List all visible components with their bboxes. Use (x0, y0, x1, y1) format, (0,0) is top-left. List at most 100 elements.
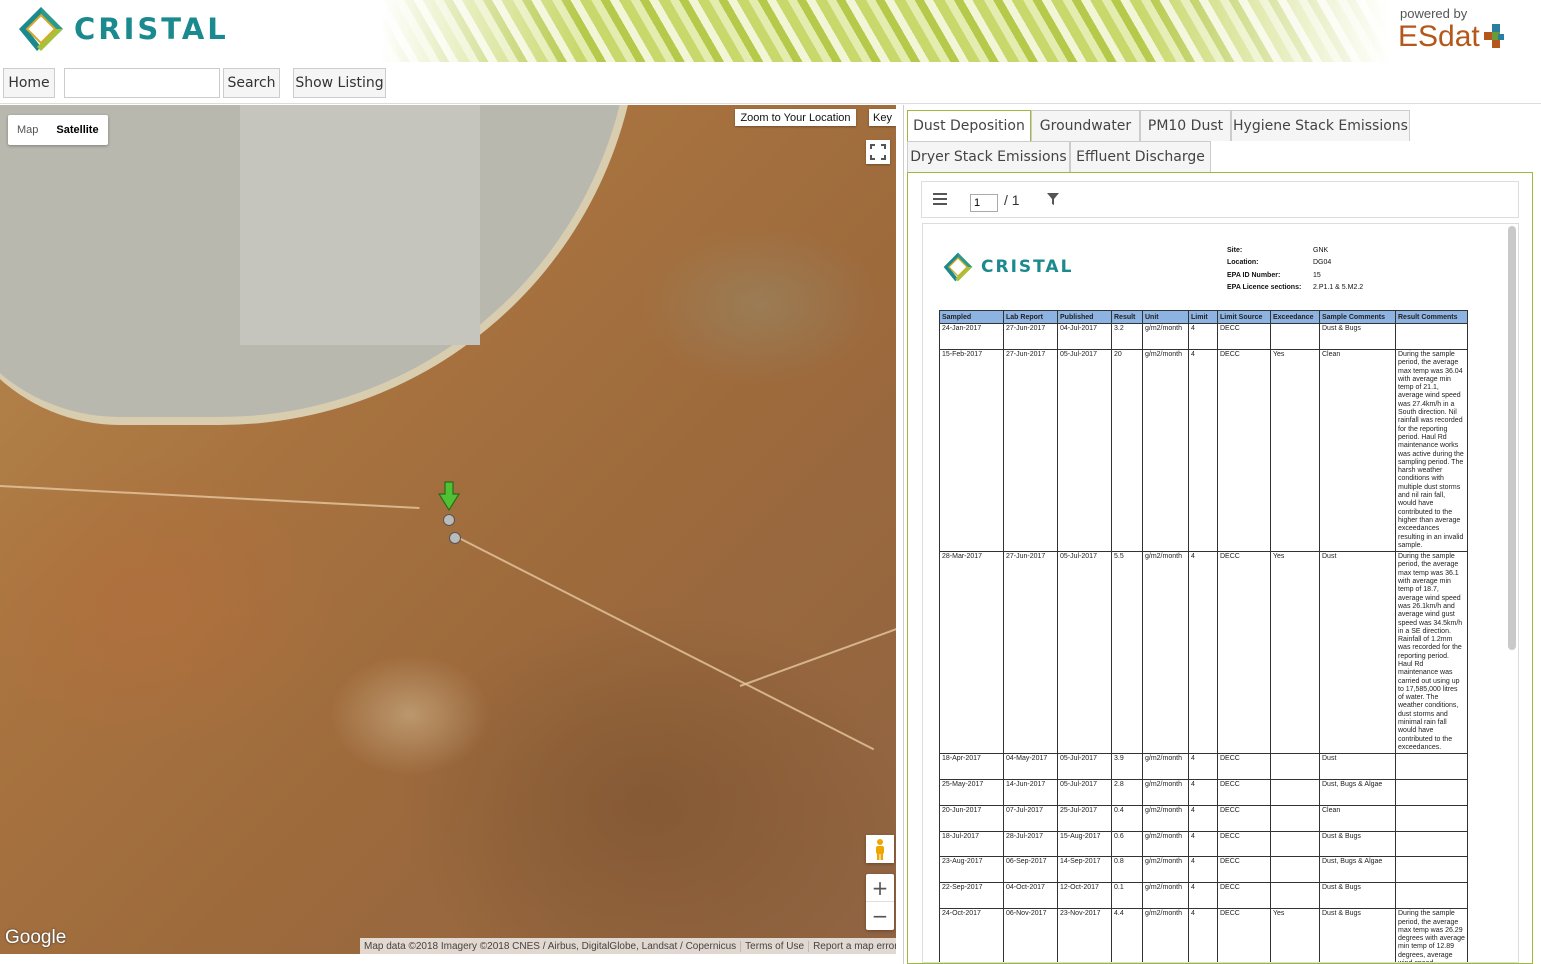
map-field-area (240, 105, 480, 345)
location-marker-icon[interactable] (437, 480, 461, 516)
pdf-scrollbar[interactable] (1508, 226, 1516, 650)
table-cell: 27-Jun-2017 (1003, 551, 1058, 755)
cristal-logo[interactable]: CRISTAL (18, 6, 229, 52)
terms-of-use-link[interactable]: Terms of Use (740, 940, 808, 952)
table-row: 18-Apr-2017 04-May-2017 05-Jul-2017 3.9 g/m2… (939, 753, 1468, 781)
esdat-logo-text: ESdat (1398, 20, 1480, 53)
pdf-viewer[interactable]: CRISTAL Site: GNK Location: DG04 EPA ID Nu… (922, 223, 1519, 963)
table-cell: g/m2/month (1142, 805, 1189, 833)
table-cell: 27-Jun-2017 (1003, 348, 1058, 553)
table-cell: 28-Mar-2017 (939, 551, 1004, 755)
table-cell: 04-Jul-2017 (1057, 323, 1112, 350)
google-logo: Google (5, 927, 67, 948)
table-cell (1270, 779, 1320, 807)
table-row: 28-Mar-2017 27-Jun-2017 05-Jul-2017 5.5 g/m2… (939, 551, 1468, 755)
menu-icon[interactable] (932, 192, 948, 206)
column-header: Limit (1188, 310, 1218, 324)
table-cell: Dust, Bugs & Algae (1319, 779, 1396, 807)
table-cell: DECC (1217, 753, 1271, 781)
site-info-value: 15 (1313, 271, 1321, 279)
table-cell: Dust & Bugs (1319, 908, 1396, 962)
map-type-control: Map Satellite (8, 115, 108, 145)
table-cell: 24-Jan-2017 (939, 323, 1004, 350)
site-info-value: 2.P1.1 & 5.M2.2 (1313, 284, 1364, 292)
zoom-in-button[interactable]: + (866, 874, 894, 902)
table-row: 24-Jan-2017 27-Jun-2017 04-Jul-2017 3.2 g/m2… (939, 323, 1468, 350)
tab-pm10-dust[interactable]: PM10 Dust (1140, 110, 1231, 141)
esdat-logo-icon (1484, 24, 1504, 48)
street-view-pegman-icon[interactable] (866, 835, 894, 863)
app-header: CRISTAL powered by ESdat (0, 0, 1541, 62)
table-cell: 14-Jun-2017 (1003, 779, 1058, 807)
fullscreen-icon[interactable] (866, 140, 890, 164)
table-cell: 4 (1188, 753, 1218, 781)
map-attribution: Map data ©2018 Imagery ©2018 CNES / Airb… (360, 938, 896, 954)
table-cell: 4.4 (1111, 908, 1143, 962)
column-header: Sampled (939, 310, 1004, 324)
cristal-diamond-icon (943, 252, 973, 282)
table-cell: g/m2/month (1142, 753, 1189, 781)
table-cell: Clean (1319, 805, 1396, 833)
table-cell: Dust (1319, 753, 1396, 781)
table-cell: 0.6 (1111, 831, 1143, 858)
main-toolbar: Home Search Show Listing (0, 62, 1541, 104)
pdf-page-input[interactable] (970, 194, 998, 212)
tab-content-dust-deposition: / 1 CRISTAL Site: GNK Location: DG04 EPA I… (907, 172, 1533, 964)
table-cell: 15-Aug-2017 (1057, 831, 1112, 858)
search-button[interactable]: Search (223, 68, 280, 98)
table-row: 15-Feb-2017 27-Jun-2017 05-Jul-2017 20 g/m2/… (939, 348, 1468, 553)
table-cell: 4 (1188, 348, 1218, 553)
site-info-key: EPA Licence sections: (1227, 284, 1302, 292)
table-cell: 27-Jun-2017 (1003, 323, 1058, 350)
table-cell: 4 (1188, 856, 1218, 884)
home-button[interactable]: Home (3, 68, 55, 98)
show-listing-button[interactable]: Show Listing (293, 68, 386, 98)
map-type-map-button[interactable]: Map (8, 115, 47, 145)
table-cell: 25-May-2017 (939, 779, 1004, 807)
table-cell: 28-Jul-2017 (1003, 831, 1058, 858)
table-cell: 20-Jun-2017 (939, 805, 1004, 833)
table-cell: 4 (1188, 779, 1218, 807)
table-row: 18-Jul-2017 28-Jul-2017 15-Aug-2017 0.6 g/m2… (939, 831, 1468, 858)
table-cell: DECC (1217, 779, 1271, 807)
table-row: 25-May-2017 14-Jun-2017 05-Jul-2017 2.8 g/m2… (939, 779, 1468, 807)
pdf-toolbar: / 1 (921, 181, 1519, 218)
tab-groundwater[interactable]: Groundwater (1031, 110, 1140, 141)
map-attribution-text: Map data ©2018 Imagery ©2018 CNES / Airb… (364, 940, 737, 952)
column-header: Unit (1142, 310, 1189, 324)
table-cell: DECC (1217, 348, 1271, 553)
table-cell: g/m2/month (1142, 323, 1189, 350)
table-cell: 15-Feb-2017 (939, 348, 1004, 553)
table-cell: 18-Jul-2017 (939, 831, 1004, 858)
tab-effluent-discharge[interactable]: Effluent Discharge (1070, 141, 1211, 172)
tab-dryer-stack-emissions[interactable]: Dryer Stack Emissions (907, 141, 1070, 172)
cristal-brand-text: CRISTAL (74, 12, 229, 46)
table-cell (1395, 831, 1468, 858)
report-map-error-link[interactable]: Report a map error (808, 940, 896, 952)
filter-icon[interactable] (1046, 192, 1060, 206)
search-input[interactable] (64, 68, 220, 98)
tab-dust-deposition[interactable]: Dust Deposition (907, 110, 1031, 141)
table-cell: DECC (1217, 831, 1271, 858)
site-info-key: Location: (1227, 259, 1259, 267)
pdf-page-total: / 1 (1004, 192, 1020, 208)
zoom-to-location-button[interactable]: Zoom to Your Location (735, 109, 856, 126)
table-cell (1395, 323, 1468, 350)
map-key-button[interactable]: Key (869, 109, 896, 126)
sample-point-marker[interactable] (443, 514, 455, 526)
column-header: Published (1057, 310, 1112, 324)
table-cell (1270, 323, 1320, 350)
tab-hygiene-stack-emissions[interactable]: Hygiene Stack Emissions (1231, 110, 1410, 141)
table-cell: Dust (1319, 551, 1396, 755)
table-cell: g/m2/month (1142, 779, 1189, 807)
sample-point-marker[interactable] (449, 532, 461, 544)
table-cell: 4 (1188, 551, 1218, 755)
satellite-map[interactable]: Map Satellite Zoom to Your Location Key … (0, 105, 896, 954)
zoom-out-button[interactable]: − (866, 902, 894, 930)
map-type-satellite-button[interactable]: Satellite (47, 115, 107, 145)
site-info-key: Site: (1227, 246, 1243, 254)
table-cell: DECC (1217, 882, 1271, 910)
table-cell: During the sample period, the average ma… (1395, 551, 1468, 755)
site-info-value: DG04 (1313, 259, 1332, 267)
table-cell: 2.8 (1111, 779, 1143, 807)
